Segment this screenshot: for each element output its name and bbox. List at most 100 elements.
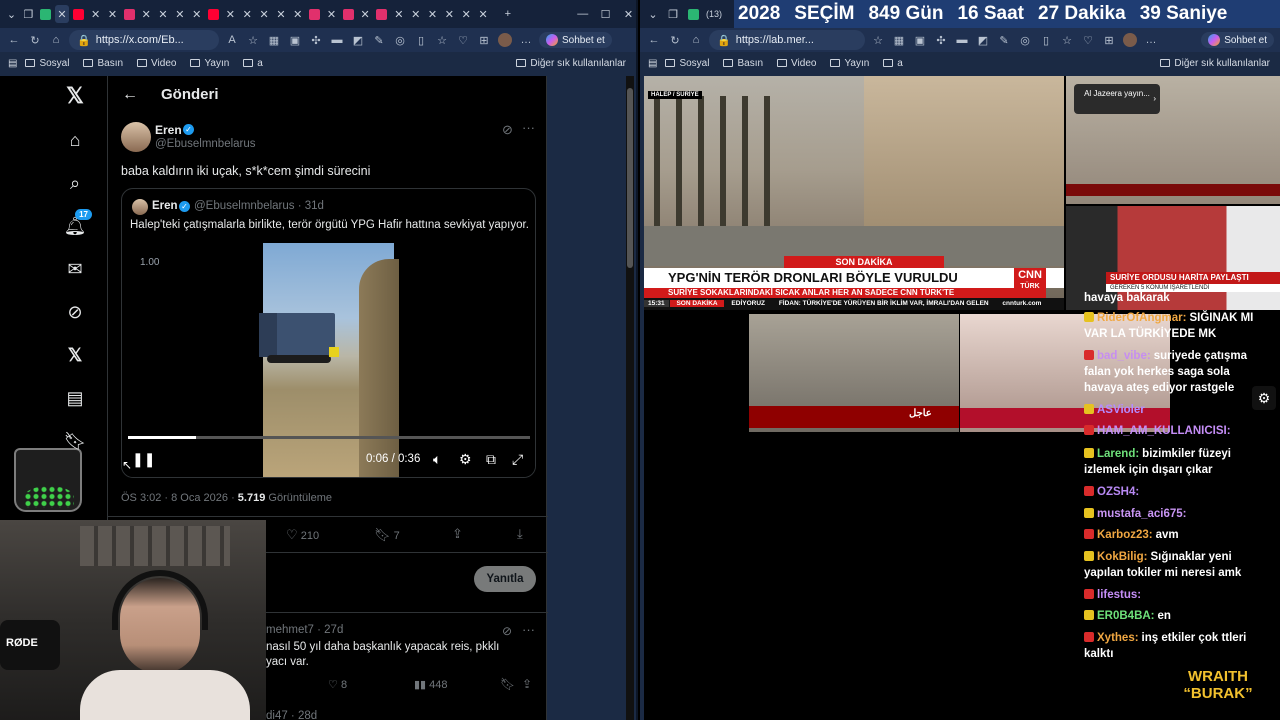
tab-menu-icon[interactable]: ⌄: [4, 5, 19, 23]
bookmark-button[interactable]: 🔖︎ 7: [374, 527, 400, 543]
chat-username[interactable]: OZSH4:: [1097, 486, 1139, 498]
tab-count[interactable]: (13): [706, 5, 722, 23]
split-view-icon[interactable]: ▯: [413, 32, 429, 48]
tab-x-icon[interactable]: ✕: [88, 5, 103, 23]
notifications-nav-icon[interactable]: 🔔︎ 17: [61, 209, 92, 240]
pause-icon[interactable]: ❚❚: [132, 451, 155, 468]
share-icon[interactable]: ⇪: [522, 677, 532, 691]
tab-x-icon[interactable]: ✕: [358, 5, 373, 23]
video-player[interactable]: 1.00 ❚❚ 0:06 / 0:36 🔈︎ ⚙ ⧉ ⤢: [122, 243, 535, 477]
extension-icon[interactable]: ◩: [350, 32, 366, 48]
x-premium-nav-icon[interactable]: 𝕏: [61, 341, 89, 369]
tab-x-icon[interactable]: ✕: [442, 5, 457, 23]
tab-x-icon[interactable]: ✕: [139, 5, 154, 23]
new-tab-icon[interactable]: +: [500, 5, 515, 23]
tab-x-icon[interactable]: ✕: [476, 5, 491, 23]
back-icon[interactable]: ←: [646, 32, 662, 48]
more-options-icon[interactable]: ···: [522, 622, 535, 637]
bookmark-list-icon[interactable]: ▤: [648, 58, 657, 69]
active-tab-x-icon[interactable]: ✕: [54, 5, 70, 23]
tab-x-icon[interactable]: ✕: [223, 5, 238, 23]
tab-x-icon[interactable]: ✕: [274, 5, 289, 23]
share-icon[interactable]: ⇪: [452, 526, 463, 542]
extension-icon[interactable]: ✎: [371, 32, 387, 48]
close-window-icon[interactable]: ✕: [621, 5, 636, 23]
grok-icon[interactable]: ⊘: [502, 122, 513, 138]
next-reply-author[interactable]: di47 · 28d: [266, 710, 317, 720]
favorites-icon[interactable]: ☆: [434, 32, 450, 48]
extension-icon[interactable]: ✎: [996, 32, 1012, 48]
author-name[interactable]: Eren: [155, 123, 182, 137]
aljazeera-feed[interactable]: Al Jazeera yayın... ›: [1066, 76, 1280, 204]
lists-nav-icon[interactable]: ▤: [61, 384, 89, 412]
favorite-star-icon[interactable]: ☆: [870, 32, 886, 48]
tab-instagram-icon[interactable]: [307, 5, 322, 23]
chat-username[interactable]: lifestus:: [1097, 589, 1141, 601]
aljazeera-popup[interactable]: Al Jazeera yayın... ›: [1074, 84, 1160, 114]
tab-x-icon[interactable]: ✕: [425, 5, 440, 23]
collections-icon[interactable]: ⊞: [476, 32, 492, 48]
chat-username[interactable]: Xythes:: [1097, 632, 1139, 644]
bookmark-folder[interactable]: a: [883, 58, 903, 69]
chat-username[interactable]: Karboz23:: [1097, 529, 1153, 541]
author-handle[interactable]: @Ebuselmnbelarus: [155, 138, 256, 150]
extension-icon[interactable]: ▦: [891, 32, 907, 48]
copilot-chat-button[interactable]: Sohbet et: [539, 32, 612, 48]
bookmark-list-icon[interactable]: ▤: [8, 58, 17, 69]
heart-icon[interactable]: ♡: [455, 32, 471, 48]
bookmark-folder[interactable]: Video: [777, 58, 816, 69]
tab-instagram-icon[interactable]: [122, 5, 137, 23]
tab-instagram-icon[interactable]: [341, 5, 356, 23]
chat-username[interactable]: Larend:: [1097, 448, 1139, 460]
reply-button[interactable]: Yanıtla: [474, 566, 536, 592]
bookmark-folder[interactable]: Yayın: [830, 58, 869, 69]
more-icon[interactable]: …: [518, 32, 534, 48]
maximize-icon[interactable]: ☐: [598, 5, 613, 23]
extension-icon[interactable]: ◩: [975, 32, 991, 48]
tab-favicon[interactable]: [38, 5, 53, 23]
chat-username[interactable]: HAM_AM_KULLANICISI:: [1097, 425, 1231, 437]
tab-x-icon[interactable]: ✕: [290, 5, 305, 23]
tab-x-icon[interactable]: ✕: [240, 5, 255, 23]
refresh-icon[interactable]: ↻: [667, 32, 683, 48]
chat-username[interactable]: KokBilig:: [1097, 551, 1147, 563]
extension-icon[interactable]: ▬: [329, 32, 345, 48]
fullscreen-icon[interactable]: ⤢: [512, 451, 523, 468]
reply-views[interactable]: ▮▮ 448: [414, 678, 448, 691]
home-icon[interactable]: ⌂: [688, 32, 704, 48]
like-button[interactable]: ♡ 210: [286, 527, 319, 543]
url-field[interactable]: 🔒 https://lab.mer...: [709, 30, 865, 50]
extension-icon[interactable]: ◎: [392, 32, 408, 48]
extension-icon[interactable]: ▬: [954, 32, 970, 48]
back-arrow-icon[interactable]: ←: [122, 86, 138, 104]
messages-nav-icon[interactable]: ✉: [61, 255, 89, 283]
tab-x-icon[interactable]: ✕: [105, 5, 120, 23]
tab-youtube-icon[interactable]: [206, 5, 221, 23]
chat-username[interactable]: ASVioler: [1097, 404, 1145, 416]
tab-instagram-icon[interactable]: [375, 5, 390, 23]
tab-x-icon[interactable]: ✕: [257, 5, 272, 23]
extension-icon[interactable]: ◎: [1017, 32, 1033, 48]
grok-icon[interactable]: ⊘: [502, 624, 512, 638]
video-progress-track[interactable]: [128, 436, 530, 439]
workspaces-icon[interactable]: ❐: [21, 5, 36, 23]
home-nav-icon[interactable]: ⌂: [61, 126, 89, 154]
tab-x-icon[interactable]: ✕: [324, 5, 339, 23]
extension-icon[interactable]: ▦: [266, 32, 282, 48]
bookmark-folder[interactable]: Basın: [83, 58, 123, 69]
bookmark-folder[interactable]: Sosyal: [25, 58, 69, 69]
quoted-post[interactable]: Eren ✓ @Ebuselmnbelarus · 31d Halep'teki…: [121, 188, 536, 478]
reply-like-button[interactable]: ♡ 8: [328, 678, 347, 691]
search-nav-icon[interactable]: ⌕: [61, 169, 89, 197]
other-bookmarks-folder[interactable]: Diğer sık kullanılanlar: [1160, 58, 1270, 69]
tab-menu-icon[interactable]: ⌄: [644, 5, 662, 23]
favorite-star-icon[interactable]: ☆: [245, 32, 261, 48]
picture-in-picture-icon[interactable]: ⧉: [486, 451, 496, 468]
workspaces-icon[interactable]: ❐: [664, 5, 682, 23]
bookmark-folder[interactable]: Basın: [723, 58, 763, 69]
arabic-feed-1[interactable]: عاجل: [749, 314, 959, 432]
refresh-icon[interactable]: ↻: [27, 32, 43, 48]
bookmark-folder[interactable]: a: [243, 58, 263, 69]
other-bookmarks-folder[interactable]: Diğer sık kullanılanlar: [516, 58, 626, 69]
tab-x-icon[interactable]: ✕: [172, 5, 187, 23]
